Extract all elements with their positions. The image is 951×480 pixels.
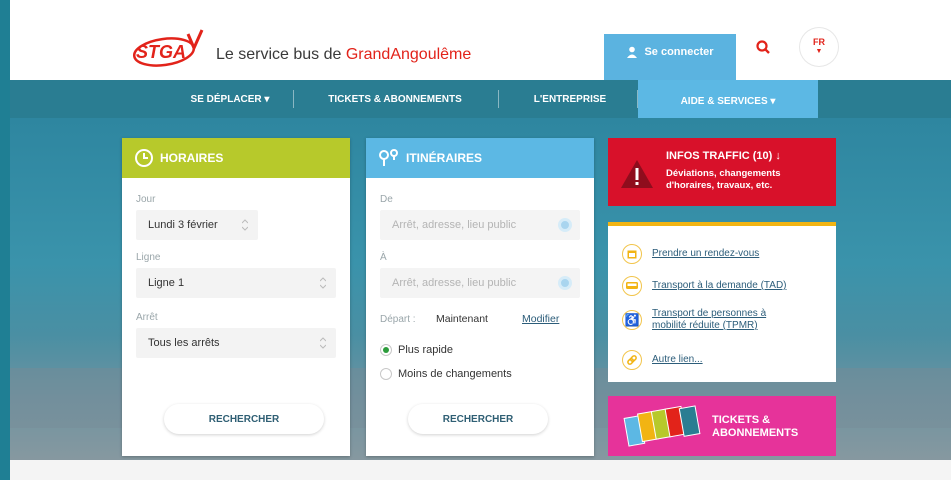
- select-arrows-icon: [320, 277, 326, 289]
- quick-links-card: Prendre un rendez-vous Transport à la de…: [608, 222, 836, 382]
- jour-label: Jour: [136, 194, 156, 205]
- page-bottom-strip: [10, 460, 951, 480]
- itineraires-card: ITINÉRAIRES De Arrêt, adresse, lieu publ…: [366, 138, 594, 456]
- depart-modify-link[interactable]: Modifier: [522, 313, 559, 325]
- traffic-info-title: INFOS TRAFFIC (10) ↓: [666, 150, 781, 162]
- search-icon: [756, 40, 770, 54]
- option-plus-rapide-label: Plus rapide: [398, 344, 454, 356]
- de-label: De: [380, 194, 393, 205]
- link-label: Transport de personnes à mobilité réduit…: [652, 308, 767, 331]
- radio-unchecked[interactable]: [380, 368, 392, 380]
- jour-select-value: Lundi 3 février: [148, 219, 218, 231]
- chevron-down-icon: ▼: [815, 48, 823, 55]
- link-label: Autre lien...: [652, 354, 703, 365]
- link-rendez-vous[interactable]: Prendre un rendez-vous: [622, 244, 759, 264]
- horaires-title: HORAIRES: [160, 151, 224, 165]
- bus-icon: [622, 276, 642, 296]
- route-icon: [379, 149, 398, 166]
- link-label: Transport à la demande (TAD): [652, 280, 787, 291]
- traffic-info-description: Déviations, changements d'horaires, trav…: [666, 168, 781, 191]
- login-button[interactable]: Se connecter: [604, 34, 736, 80]
- itineraires-header: ITINÉRAIRES: [366, 138, 594, 178]
- de-input-placeholder: Arrêt, adresse, lieu public: [392, 219, 517, 231]
- option-moins-changements-label: Moins de changements: [398, 368, 512, 380]
- a-input-placeholder: Arrêt, adresse, lieu public: [392, 277, 517, 289]
- link-tpmr[interactable]: ♿ Transport de personnes à mobilité rédu…: [622, 308, 792, 332]
- tickets-banner[interactable]: TICKETS & ABONNEMENTS: [608, 396, 836, 456]
- itineraires-title: ITINÉRAIRES: [406, 151, 483, 165]
- arret-select[interactable]: Tous les arrêts: [136, 328, 336, 358]
- radio-checked[interactable]: [380, 344, 392, 356]
- a-input[interactable]: Arrêt, adresse, lieu public: [380, 268, 580, 298]
- language-code: FR: [813, 37, 825, 47]
- window-frame: [0, 0, 10, 480]
- search-button[interactable]: [746, 30, 780, 64]
- depart-label: Départ :: [380, 314, 416, 325]
- depart-value: Maintenant: [436, 313, 488, 325]
- nav-item-aide-services[interactable]: AIDE & SERVICES ▾: [638, 80, 818, 122]
- select-arrows-icon: [320, 337, 326, 349]
- page: STGA Le service bus de GrandAngoulême Se…: [10, 0, 951, 480]
- arret-select-value: Tous les arrêts: [148, 337, 220, 349]
- main-nav: SE DÉPLACER ▾ TICKETS & ABONNEMENTS L'EN…: [10, 80, 951, 122]
- geolocate-icon[interactable]: [558, 218, 572, 232]
- language-selector[interactable]: FR ▼: [800, 28, 838, 66]
- site-tagline: Le service bus de GrandAngoulême: [216, 46, 472, 63]
- de-input[interactable]: Arrêt, adresse, lieu public: [380, 210, 580, 240]
- site-tagline-brand: GrandAngoulême: [345, 46, 472, 63]
- ligne-label: Ligne: [136, 252, 161, 263]
- svg-text:STGA: STGA: [136, 42, 186, 62]
- itineraires-search-button[interactable]: RECHERCHER: [408, 404, 548, 434]
- stga-logo[interactable]: STGA: [128, 28, 208, 68]
- nav-item-tickets[interactable]: TICKETS & ABONNEMENTS: [310, 80, 480, 118]
- a-label: À: [380, 252, 387, 263]
- link-label: Prendre un rendez-vous: [652, 248, 760, 259]
- site-header: STGA Le service bus de GrandAngoulême Se…: [10, 0, 951, 80]
- nav-item-se-deplacer[interactable]: SE DÉPLACER ▾: [170, 80, 290, 118]
- nav-divider: [498, 90, 499, 108]
- link-tad[interactable]: Transport à la demande (TAD): [622, 276, 787, 296]
- warning-icon: [621, 160, 653, 188]
- arret-label: Arrêt: [136, 312, 158, 323]
- user-icon: [627, 46, 638, 58]
- nav-item-entreprise[interactable]: L'ENTREPRISE: [515, 80, 625, 118]
- horaires-search-button[interactable]: RECHERCHER: [164, 404, 324, 434]
- horaires-card: HORAIRES Jour Lundi 3 février Ligne Lign…: [122, 138, 350, 456]
- nav-divider: [293, 90, 294, 108]
- tickets-title: TICKETS & ABONNEMENTS: [712, 414, 799, 439]
- select-arrows-icon: [242, 219, 248, 231]
- link-autre[interactable]: Autre lien...: [622, 350, 703, 370]
- calendar-icon: [622, 244, 642, 264]
- ligne-select[interactable]: Ligne 1: [136, 268, 336, 298]
- jour-select[interactable]: Lundi 3 février: [136, 210, 258, 240]
- login-button-label: Se connecter: [644, 46, 714, 58]
- geolocate-icon[interactable]: [558, 276, 572, 290]
- option-moins-changements[interactable]: Moins de changements: [380, 368, 512, 380]
- link-icon: [622, 350, 642, 370]
- option-plus-rapide[interactable]: Plus rapide: [380, 344, 453, 356]
- wheelchair-icon: ♿: [622, 310, 642, 330]
- ligne-select-value: Ligne 1: [148, 277, 185, 289]
- clock-icon: [135, 149, 153, 167]
- tickets-icon: [623, 405, 701, 447]
- horaires-header: HORAIRES: [122, 138, 350, 178]
- traffic-info-banner[interactable]: INFOS TRAFFIC (10) ↓ Déviations, changem…: [608, 138, 836, 206]
